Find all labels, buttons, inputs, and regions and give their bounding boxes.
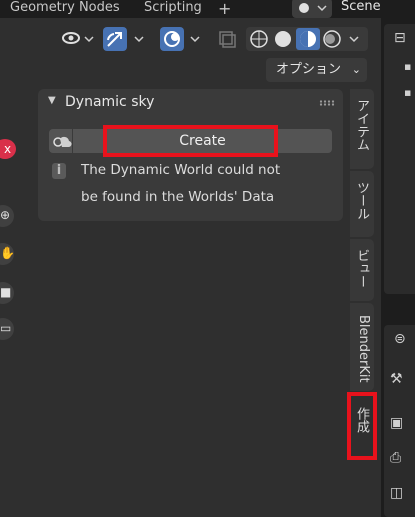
chevron-down-icon — [190, 36, 200, 43]
scene-selector[interactable] — [292, 0, 332, 18]
info-message-line-2: be found in the Worlds' Data — [81, 189, 275, 205]
add-workspace-button[interactable]: + — [218, 0, 231, 18]
properties-editor-icon[interactable]: ⊜ — [394, 331, 406, 347]
overlay-dropdown[interactable] — [186, 27, 204, 51]
shading-icons — [250, 28, 359, 50]
highlight-create-tab — [347, 392, 377, 460]
chevron-down-icon: ▼ — [48, 95, 56, 106]
tab-geometry-nodes[interactable]: Geometry Nodes — [10, 0, 120, 16]
scene-name[interactable]: Scene — [341, 0, 381, 14]
info-message-line-1: The Dynamic World could not — [81, 162, 281, 178]
sky-icon-box — [49, 129, 72, 153]
options-label: オプション — [276, 62, 342, 77]
zoom-button[interactable]: ⊕ — [0, 205, 14, 227]
tab-view[interactable]: ビュー — [350, 239, 374, 301]
sky-icon — [53, 136, 72, 148]
pan-hand-icon: ✋ — [0, 246, 15, 260]
xray-toggle[interactable] — [216, 27, 238, 51]
perspective-button[interactable]: ▭ — [0, 318, 14, 340]
chevron-down-icon: ⌄ — [351, 63, 361, 76]
workspace-bar: Geometry Nodes Scripting + Scene — [0, 0, 415, 18]
tab-view-label: ビュー — [354, 249, 369, 288]
panel-title: Dynamic sky — [65, 94, 155, 110]
render-icon[interactable]: ▣ — [390, 415, 403, 431]
solid-icon — [275, 31, 291, 47]
camera-view-button[interactable]: ■ — [0, 282, 14, 304]
overlay-icon — [164, 31, 180, 47]
shading-modes — [246, 27, 368, 51]
wireframe-icon — [250, 30, 268, 48]
tab-item[interactable]: アイテム — [350, 89, 374, 169]
perspective-icon: ▭ — [0, 321, 12, 335]
scene-icon — [299, 3, 327, 13]
output-icon[interactable]: ⎙ — [390, 450, 401, 466]
material-preview-icon — [300, 31, 316, 47]
tab-blenderkit-label: BlenderKit — [356, 315, 371, 383]
xray-icon — [219, 31, 236, 48]
rendered-icon — [323, 30, 341, 48]
gizmo-dropdown[interactable] — [130, 27, 148, 51]
tab-blenderkit[interactable]: BlenderKit — [350, 303, 374, 391]
highlight-create — [103, 125, 278, 157]
view-layer-icon[interactable]: ◫ — [390, 485, 403, 501]
tab-tool-label: ツール — [354, 181, 369, 220]
outliner-area: ⊟ ▪ ▪ — [384, 24, 415, 294]
gizmo-toggle[interactable] — [103, 27, 127, 51]
info-icon: i — [52, 163, 66, 179]
close-badge[interactable]: x — [0, 139, 16, 159]
tab-tool[interactable]: ツール — [350, 171, 374, 237]
tab-scripting[interactable]: Scripting — [144, 0, 202, 16]
options-dropdown[interactable]: オプション ⌄ — [266, 58, 367, 82]
tool-icon[interactable]: ⚒ — [390, 371, 403, 387]
pan-button[interactable]: ✋ — [0, 243, 15, 265]
zoom-icon: ⊕ — [0, 208, 11, 222]
outliner-row-icon[interactable]: ▪ — [404, 60, 411, 73]
camera-icon: ■ — [0, 285, 12, 299]
outliner-icon[interactable]: ⊟ — [394, 30, 406, 46]
drag-grip-icon[interactable] — [319, 100, 335, 106]
properties-area: ⊜ ⚒ ▣ ⎙ ◫ — [384, 325, 415, 517]
panel-header[interactable]: ▼ Dynamic sky — [38, 89, 343, 117]
visibility-icon — [62, 32, 94, 44]
outliner-row-icon-2[interactable]: ▪ — [404, 86, 411, 99]
overlay-toggle[interactable] — [160, 27, 184, 51]
chevron-down-icon — [134, 36, 144, 43]
visibility-dropdown[interactable] — [58, 27, 96, 51]
gizmo-icon — [107, 32, 122, 47]
tab-item-label: アイテム — [354, 99, 369, 151]
